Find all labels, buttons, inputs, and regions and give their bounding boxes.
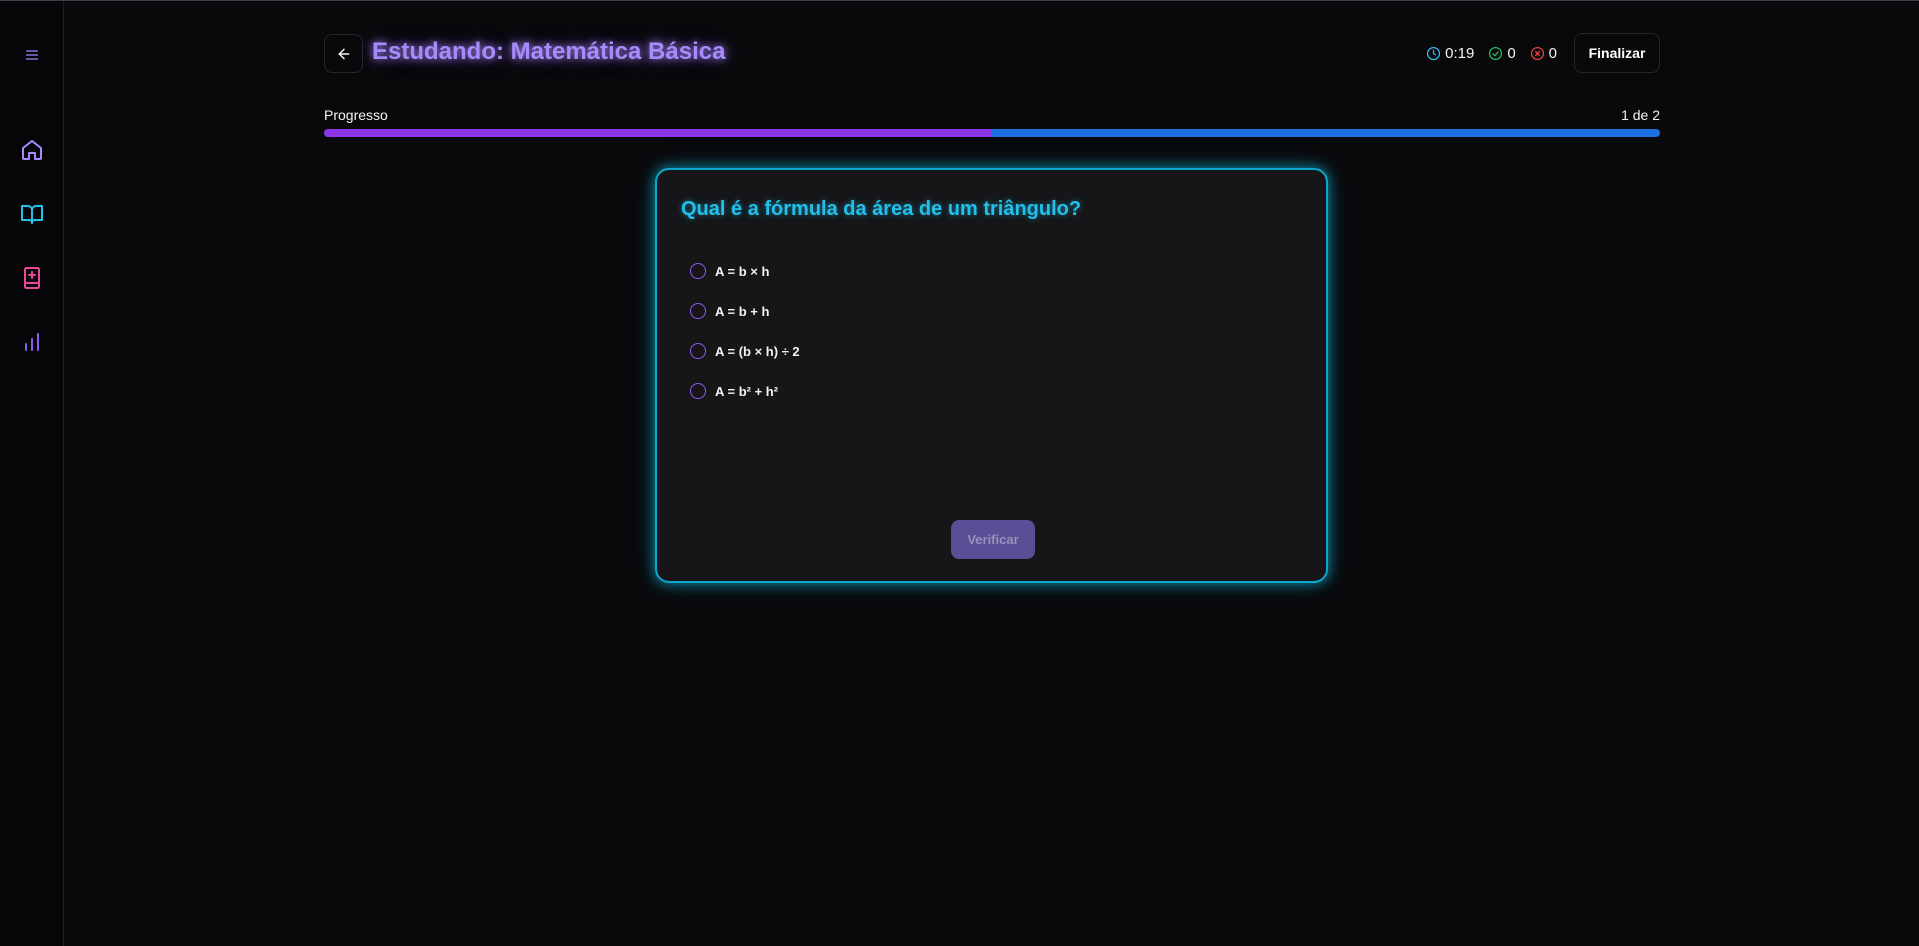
answer-option[interactable]: A = b × h <box>690 261 800 281</box>
page-title: Estudando: Matemática Básica <box>372 38 726 65</box>
arrow-left-icon <box>338 48 349 59</box>
wrong-count: 0 <box>1548 44 1557 62</box>
question-text: Qual é a fórmula da área de um triângulo… <box>681 198 1082 220</box>
check-circle-icon <box>1489 46 1503 60</box>
menu-button[interactable] <box>14 37 50 73</box>
radio-button[interactable] <box>690 263 706 279</box>
sidebar <box>0 1 64 946</box>
session-stats: 0:19 0 0 <box>1426 42 1557 64</box>
sidebar-item-study[interactable] <box>14 196 50 232</box>
timer: 0:19 <box>1426 45 1474 62</box>
progress-label: Progresso <box>324 107 388 123</box>
question-card: Qual é a fórmula da área de um triângulo… <box>655 168 1328 583</box>
answer-option[interactable]: A = (b × h) ÷ 2 <box>690 341 800 361</box>
answer-option-label: A = b² + h² <box>715 383 779 399</box>
radio-button[interactable] <box>690 303 706 319</box>
x-circle-icon <box>1530 46 1544 60</box>
radio-button[interactable] <box>690 343 706 359</box>
window-top-border <box>0 0 1919 1</box>
back-button[interactable] <box>324 34 363 73</box>
verify-button[interactable]: Verificar <box>951 520 1035 559</box>
clock-icon <box>1427 46 1441 60</box>
correct-counter: 0 <box>1488 44 1516 62</box>
radio-button[interactable] <box>690 383 706 399</box>
answer-options: A = b × h A = b + h A = (b × h) ÷ 2 A = … <box>690 261 800 421</box>
book-plus-icon <box>24 267 40 289</box>
sidebar-item-home[interactable] <box>14 132 50 168</box>
progress-bar-fill <box>324 129 992 137</box>
finish-button[interactable]: Finalizar <box>1574 33 1660 73</box>
timer-value: 0:19 <box>1445 44 1475 62</box>
progress-bar <box>324 129 1660 137</box>
answer-option-label: A = (b × h) ÷ 2 <box>715 343 800 359</box>
progress-count: 1 de 2 <box>1621 107 1660 123</box>
sidebar-item-add-deck[interactable] <box>14 260 50 296</box>
answer-option-label: A = b + h <box>715 303 770 319</box>
answer-option-label: A = b × h <box>715 263 770 279</box>
answer-option[interactable]: A = b + h <box>690 301 800 321</box>
correct-count: 0 <box>1507 44 1516 62</box>
wrong-counter: 0 <box>1530 45 1557 62</box>
book-open-icon <box>21 205 43 224</box>
bar-chart-icon <box>25 333 39 351</box>
menu-icon <box>26 50 38 60</box>
sidebar-item-stats[interactable] <box>14 324 50 360</box>
answer-option[interactable]: A = b² + h² <box>690 381 800 401</box>
home-icon <box>22 140 42 160</box>
